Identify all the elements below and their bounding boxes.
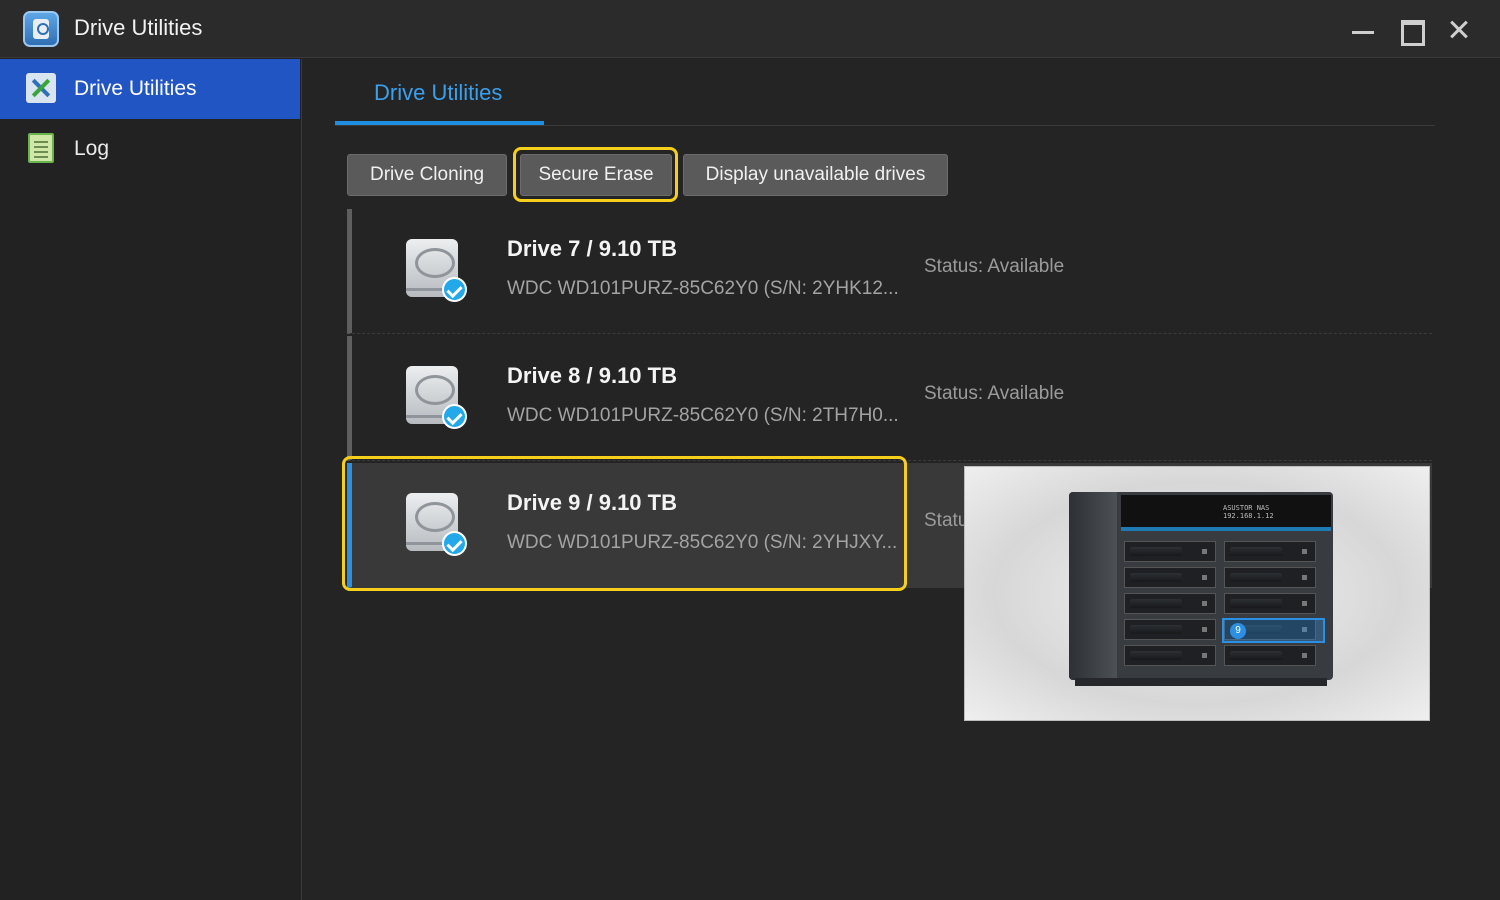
drive-row-7[interactable]: Drive 7 / 9.10 TB WDC WD101PURZ-85C62Y0 … <box>347 209 1432 334</box>
drive-status: Status: Available <box>924 256 1065 277</box>
bay-number-badge: 9 <box>1230 623 1246 639</box>
sidebar-item-label: Drive Utilities <box>74 77 197 100</box>
drive-name: Drive 8 / 9.10 TB <box>507 363 677 388</box>
highlighted-drive-bay: 9 <box>1222 618 1325 643</box>
check-icon <box>442 277 467 302</box>
tab-drive-utilities[interactable]: Drive Utilities <box>335 59 544 125</box>
drive-name: Drive 7 / 9.10 TB <box>507 236 677 261</box>
drive-location-preview: ASUSTOR NAS 192.168.1.12 9 <box>964 466 1430 721</box>
window-title: Drive Utilities <box>74 15 203 40</box>
hard-drive-icon <box>406 239 467 302</box>
drive-utilities-app-icon <box>23 11 59 47</box>
maximize-button[interactable] <box>1396 14 1426 46</box>
drive-row-8[interactable]: Drive 8 / 9.10 TB WDC WD101PURZ-85C62Y0 … <box>347 336 1432 461</box>
drive-status: Status: Available <box>924 383 1065 404</box>
display-unavailable-drives-button[interactable]: Display unavailable drives <box>683 154 948 196</box>
lcd-line-1: ASUSTOR NAS <box>1223 504 1270 512</box>
hard-drive-icon <box>406 366 467 429</box>
drive-cloning-button[interactable]: Drive Cloning <box>347 154 507 196</box>
nas-device-image: ASUSTOR NAS 192.168.1.12 9 <box>1069 492 1333 688</box>
lcd-line-2: 192.168.1.12 <box>1223 512 1274 520</box>
sidebar-item-label: Log <box>74 137 110 160</box>
log-icon <box>28 133 54 163</box>
drive-model: WDC WD101PURZ-85C62Y0 (S/N: 2YHK12... <box>507 278 899 299</box>
tab-divider <box>335 125 1435 126</box>
secure-erase-highlight <box>513 147 678 202</box>
nas-lcd-display: ASUSTOR NAS 192.168.1.12 <box>1121 495 1331 531</box>
drive-9-highlight <box>342 456 907 591</box>
tab-label: Drive Utilities <box>374 80 503 105</box>
main-panel: Drive Utilities Drive Cloning Secure Era… <box>303 59 1500 900</box>
sidebar-item-drive-utilities[interactable]: Drive Utilities <box>0 59 300 119</box>
tools-icon <box>26 73 56 103</box>
sidebar: Drive Utilities Log <box>0 59 302 900</box>
check-icon <box>442 404 467 429</box>
close-button[interactable] <box>1444 14 1474 44</box>
sidebar-item-log[interactable]: Log <box>0 119 300 179</box>
title-bar: Drive Utilities <box>0 0 1500 58</box>
minimize-button[interactable] <box>1347 14 1377 44</box>
drive-model: WDC WD101PURZ-85C62Y0 (S/N: 2TH7H0... <box>507 405 899 426</box>
